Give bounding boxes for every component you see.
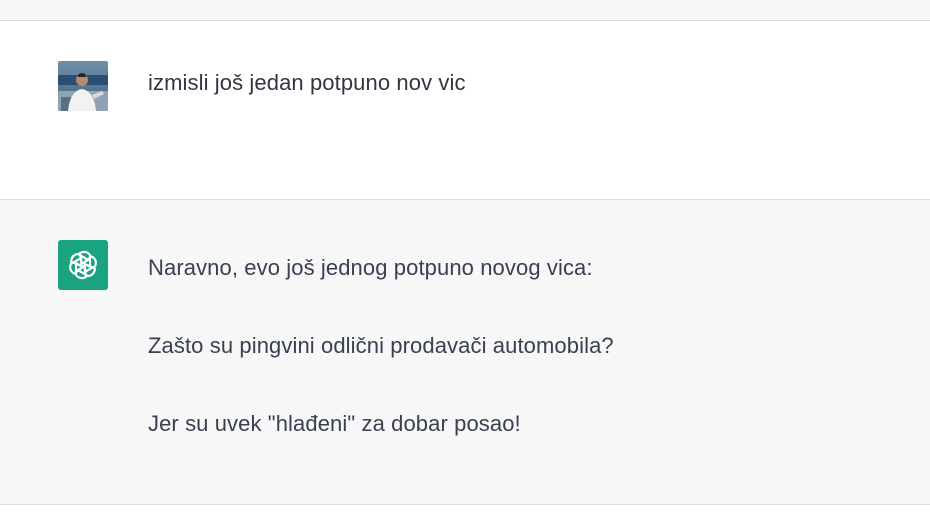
assistant-message-row: Naravno, evo još jednog potpuno novog vi… bbox=[0, 200, 930, 505]
user-photo-icon bbox=[58, 61, 108, 111]
assistant-paragraph: Jer su uvek "hlađeni" za dobar posao! bbox=[148, 411, 521, 436]
assistant-avatar bbox=[58, 240, 108, 290]
assistant-paragraph: Zašto su pingvini odlični prodavači auto… bbox=[148, 333, 614, 358]
user-avatar bbox=[58, 61, 108, 111]
openai-logo-icon bbox=[69, 250, 97, 280]
user-message-row: izmisli još jedan potpuno nov vic bbox=[0, 21, 930, 200]
top-divider-strip bbox=[0, 0, 930, 21]
user-message-text: izmisli još jedan potpuno nov vic bbox=[148, 70, 466, 95]
chat-page: izmisli još jedan potpuno nov vic Naravn… bbox=[0, 0, 930, 525]
bottom-strip bbox=[0, 505, 930, 525]
assistant-paragraph: Naravno, evo još jednog potpuno novog vi… bbox=[148, 255, 593, 280]
